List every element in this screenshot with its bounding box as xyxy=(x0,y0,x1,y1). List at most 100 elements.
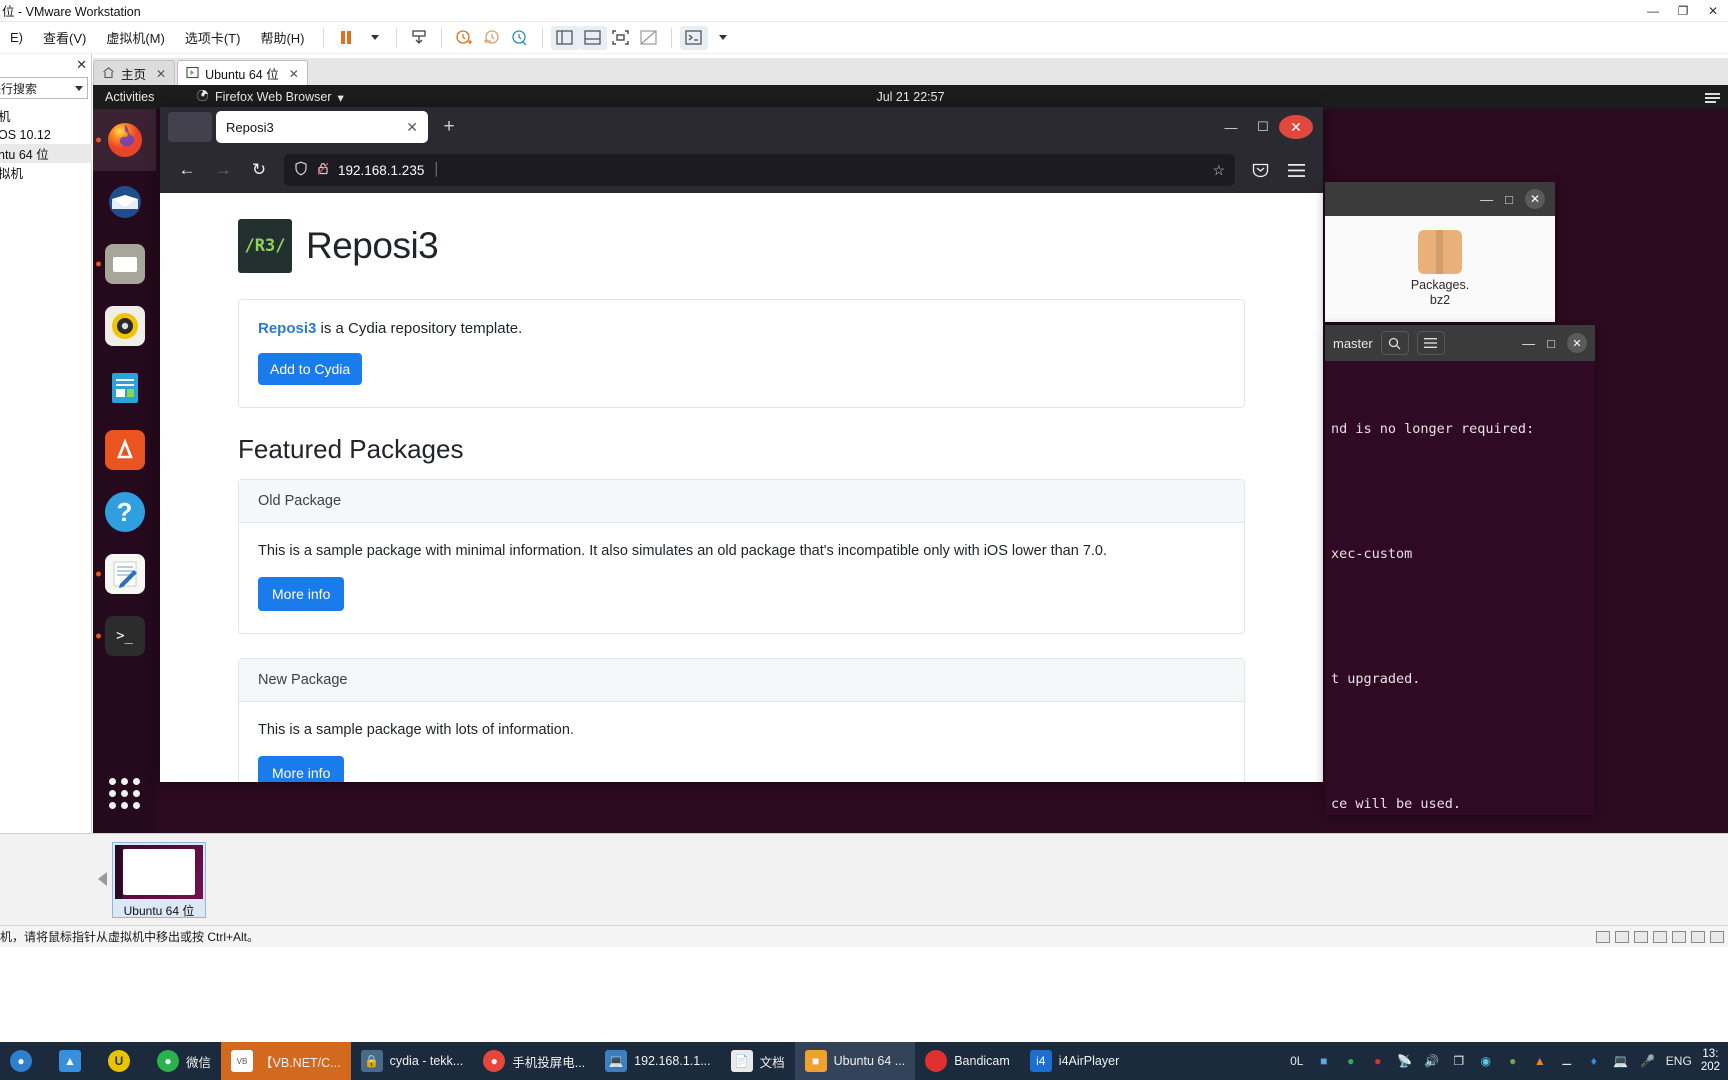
dock-item-terminal[interactable]: >_ xyxy=(93,605,156,667)
library-item-2[interactable]: ntu 64 位 xyxy=(0,144,92,163)
reload-button[interactable]: ↻ xyxy=(242,154,276,186)
close-button-files[interactable]: ✕ xyxy=(1525,189,1545,209)
taskbar-vbnet[interactable]: VB 【VB.NET/C... xyxy=(221,1042,351,1080)
files-window-body[interactable]: Packages. bz2 xyxy=(1325,216,1555,322)
taskbar-rdp[interactable]: 💻 192.168.1.1... xyxy=(595,1042,720,1080)
tray-overflow-label[interactable]: 0L xyxy=(1288,1052,1306,1070)
display-icon[interactable]: 💻 xyxy=(1612,1052,1630,1070)
firefox-tab[interactable]: Reposi3 ✕ xyxy=(216,111,428,143)
taskbar-bandicam[interactable]: Bandicam xyxy=(915,1042,1020,1080)
gnome-app-menu[interactable]: Firefox Web Browser ▾ xyxy=(196,89,344,105)
dock-item-text-editor[interactable] xyxy=(93,543,156,605)
ubuntu-vm-screen[interactable]: Activities Firefox Web Browser ▾ Jul 21 … xyxy=(93,85,1728,833)
activities-button[interactable]: Activities xyxy=(93,90,154,104)
taskbar-wechat[interactable]: ● 微信 xyxy=(147,1042,221,1080)
save-to-pocket-icon[interactable] xyxy=(1243,154,1277,186)
more-info-button-old[interactable]: More info xyxy=(258,577,345,611)
show-applications-icon[interactable] xyxy=(93,763,156,823)
menu-file-partial[interactable]: E) xyxy=(0,26,33,49)
maximize-button-terminal[interactable]: □ xyxy=(1547,336,1555,351)
colors-icon[interactable]: ◉ xyxy=(1477,1052,1495,1070)
taskbar-bird[interactable]: ▲ xyxy=(49,1042,98,1080)
show-thumbnails-icon[interactable] xyxy=(578,25,607,50)
hamburger-menu-icon[interactable] xyxy=(1279,154,1313,186)
firefox-page-content[interactable]: /R3/ Reposi3 Reposi3 is a Cydia reposito… xyxy=(160,193,1323,782)
thumbnail-scroll-left-icon[interactable] xyxy=(98,872,107,886)
library-item-0[interactable]: 机 xyxy=(0,106,92,125)
chevron-down-icon-2[interactable] xyxy=(708,26,736,50)
url-bar[interactable]: 192.168.1.235 ⏐ ☆ xyxy=(284,154,1235,186)
chevron-down-icon[interactable] xyxy=(360,26,388,50)
sound-device-icon[interactable] xyxy=(1672,930,1686,943)
record-tray-icon[interactable]: ● xyxy=(1369,1052,1387,1070)
search-icon[interactable] xyxy=(1380,331,1409,355)
taskbar-cydia[interactable]: 🔒 cydia - tekk... xyxy=(351,1042,474,1080)
copy-icon[interactable]: ❐ xyxy=(1450,1052,1468,1070)
vm-tab-home[interactable]: 主页 ✕ xyxy=(93,60,176,86)
revert-snapshot-icon[interactable] xyxy=(478,26,506,50)
dock-item-firefox[interactable] xyxy=(93,109,156,171)
shield-icon[interactable] xyxy=(294,161,308,179)
bluetooth-icon[interactable]: ♦ xyxy=(1585,1052,1603,1070)
new-tab-button[interactable]: + xyxy=(434,112,464,142)
taskbar-clock[interactable]: 13: 202 xyxy=(1701,1048,1720,1074)
i4-tray-icon[interactable]: ■ xyxy=(1315,1052,1333,1070)
maximize-button[interactable]: ❐ xyxy=(1668,0,1698,22)
close-button-terminal[interactable]: ✕ xyxy=(1567,333,1587,353)
close-button-ff[interactable]: ✕ xyxy=(1279,115,1313,139)
package-file-icon[interactable] xyxy=(1418,230,1462,274)
add-to-cydia-button[interactable]: Add to Cydia xyxy=(258,353,363,385)
display-device-icon[interactable] xyxy=(1710,930,1724,943)
snapshot-manager-icon[interactable] xyxy=(506,26,534,50)
firefox-tab-list-button[interactable] xyxy=(168,112,212,142)
dock-item-thunderbird[interactable] xyxy=(93,171,156,233)
minimize-button[interactable]: — xyxy=(1638,0,1668,22)
minimize-button-terminal[interactable]: — xyxy=(1522,336,1535,351)
maximize-button-ff[interactable]: ☐ xyxy=(1247,107,1279,147)
close-icon[interactable]: ✕ xyxy=(156,67,166,81)
taskbar-docs[interactable]: 📄 文档 xyxy=(721,1042,795,1080)
star-icon[interactable]: ☆ xyxy=(1212,162,1225,179)
volume-icon[interactable]: 🔊 xyxy=(1423,1052,1441,1070)
usb-icon[interactable]: ⚊ xyxy=(1558,1052,1576,1070)
language-indicator[interactable]: ENG xyxy=(1666,1052,1692,1070)
console-icon[interactable] xyxy=(679,25,708,50)
taskbar-browser[interactable]: ● xyxy=(0,1042,49,1080)
hdd-device-icon[interactable] xyxy=(1596,930,1610,943)
mic-icon[interactable]: 🎤 xyxy=(1639,1052,1657,1070)
menu-vm[interactable]: 虚拟机(M) xyxy=(96,24,175,51)
back-button[interactable]: ← xyxy=(170,154,204,186)
gnome-system-menu[interactable] xyxy=(1705,91,1720,103)
show-library-icon[interactable] xyxy=(550,25,579,50)
snapshot-icon[interactable] xyxy=(405,26,433,50)
terminal-output[interactable]: nd is no longer required: xec-custom t u… xyxy=(1325,361,1595,815)
printer-device-icon[interactable] xyxy=(1691,930,1705,943)
unity-icon[interactable] xyxy=(635,26,663,50)
library-item-1[interactable]: OS 10.12 xyxy=(0,125,92,144)
more-info-button-new[interactable]: More info xyxy=(258,756,345,782)
cast-tray-icon[interactable]: 📡 xyxy=(1396,1052,1414,1070)
minimize-button-files[interactable]: — xyxy=(1480,192,1493,207)
vm-tab-ubuntu[interactable]: Ubuntu 64 位 ✕ xyxy=(177,60,308,86)
network-device-icon[interactable] xyxy=(1634,930,1648,943)
wechat-tray-icon[interactable]: ● xyxy=(1342,1052,1360,1070)
vm-thumbnail[interactable]: Ubuntu 64 位 xyxy=(112,842,206,918)
close-icon-tab[interactable]: ✕ xyxy=(406,119,418,136)
lock-crossed-icon[interactable] xyxy=(316,161,330,179)
usb-device-icon[interactable] xyxy=(1653,930,1667,943)
menu-tabs[interactable]: 选项卡(T) xyxy=(175,24,251,51)
forward-button[interactable]: → xyxy=(206,154,240,186)
chevron-down-icon-search[interactable] xyxy=(75,85,83,91)
taskbar-i4airplayer[interactable]: i4 i4AirPlayer xyxy=(1020,1042,1129,1080)
taskbar-ue[interactable]: U xyxy=(98,1042,147,1080)
dock-item-rhythmbox[interactable] xyxy=(93,295,156,357)
dock-item-ubuntu-software[interactable] xyxy=(93,419,156,481)
dock-item-help[interactable]: ? xyxy=(93,481,156,543)
shield-tray-icon[interactable]: ● xyxy=(1504,1052,1522,1070)
take-snapshot-icon[interactable] xyxy=(450,26,478,50)
menu-view[interactable]: 查看(V) xyxy=(33,24,96,51)
flame-icon[interactable]: ▲ xyxy=(1531,1052,1549,1070)
dock-item-libreoffice[interactable] xyxy=(93,357,156,419)
taskbar-vmware[interactable]: ■ Ubuntu 64 ... xyxy=(794,1042,916,1080)
library-close-icon[interactable]: ✕ xyxy=(76,57,87,73)
